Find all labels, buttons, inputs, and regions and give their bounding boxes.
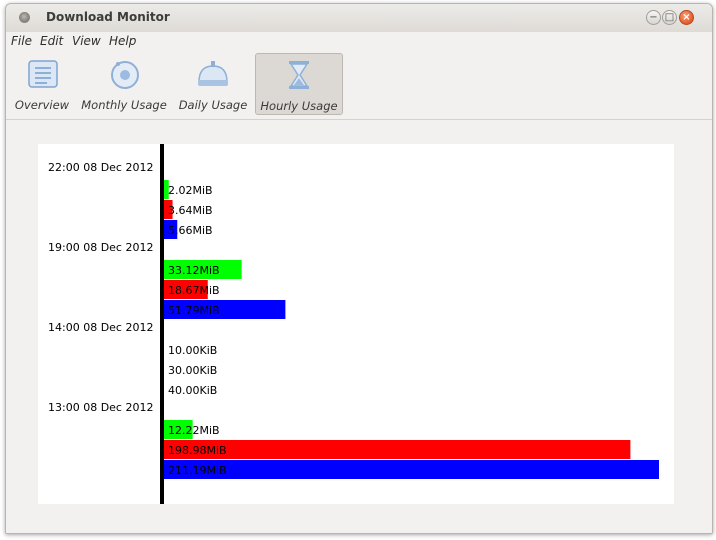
bar-value-label: 33.12MiB [168, 264, 220, 277]
bar-value-label: 51.79MiB [168, 304, 220, 317]
window-menu-icon[interactable] [19, 12, 30, 23]
tab-hourly-usage-label: Hourly Usage [260, 99, 338, 113]
tab-hourly-usage[interactable]: Hourly Usage [255, 53, 343, 115]
bar-red [164, 440, 631, 459]
toolbar: Overview Monthly Usage Daily Usage Hourl… [6, 53, 712, 120]
bar-value-label: 12.22MiB [168, 424, 220, 437]
bar-blue [164, 460, 659, 479]
bar-value-label: 40.00KiB [168, 384, 217, 397]
window-title: Download Monitor [46, 10, 170, 24]
title-bar[interactable]: Download Monitor − □ × [6, 4, 712, 32]
menu-help[interactable]: Help [109, 34, 136, 48]
content-area: 22:00 08 Dec 2012 2.02MiB 3.64MiB 5.66MiB 19… [6, 120, 712, 533]
close-button[interactable]: × [679, 10, 694, 25]
chart-axis [160, 144, 164, 504]
menu-file[interactable]: File [11, 34, 32, 48]
menu-bar: File Edit View Help [6, 32, 712, 53]
bar-value-label: 18.67MiB [168, 284, 220, 297]
bar-value-label: 211.19MiB [168, 464, 227, 477]
maximize-button[interactable]: □ [662, 10, 677, 25]
tab-monthly-usage[interactable]: Monthly Usage [79, 53, 169, 115]
app-window: Download Monitor − □ × File Edit View He… [5, 3, 713, 534]
list-icon [28, 60, 58, 88]
group-label: 13:00 08 Dec 2012 [48, 401, 153, 414]
menu-view[interactable]: View [72, 34, 101, 48]
disc-icon [111, 61, 139, 89]
hourglass-icon [289, 61, 309, 89]
minimize-button[interactable]: − [646, 10, 661, 25]
bar-value-label: 10.00KiB [168, 344, 217, 357]
group-label: 22:00 08 Dec 2012 [48, 161, 153, 174]
bar-value-label: 2.02MiB [168, 184, 213, 197]
bar-value-label: 198.98MiB [168, 444, 227, 457]
bar-value-label: 30.00KiB [168, 364, 217, 377]
bar-value-label: 3.64MiB [168, 204, 213, 217]
bar-value-label: 5.66MiB [168, 224, 213, 237]
group-label: 19:00 08 Dec 2012 [48, 241, 153, 254]
tab-monthly-usage-label: Monthly Usage [81, 98, 167, 112]
tab-daily-usage-label: Daily Usage [178, 98, 248, 112]
tab-overview-label: Overview [14, 98, 70, 112]
dome-icon [198, 61, 228, 86]
tab-overview[interactable]: Overview [9, 53, 75, 115]
tab-daily-usage[interactable]: Daily Usage [174, 53, 252, 115]
menu-edit[interactable]: Edit [40, 34, 63, 48]
hourly-usage-chart: 22:00 08 Dec 2012 2.02MiB 3.64MiB 5.66MiB 19… [38, 144, 674, 504]
chart-canvas: 22:00 08 Dec 2012 2.02MiB 3.64MiB 5.66MiB 19… [48, 144, 659, 504]
group-label: 14:00 08 Dec 2012 [48, 321, 153, 334]
